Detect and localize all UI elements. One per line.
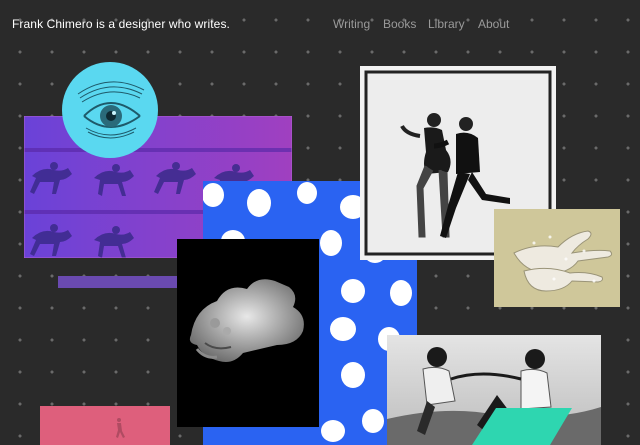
pink-runner-image xyxy=(40,406,170,445)
pink-runner-panel[interactable] xyxy=(40,406,170,445)
eye-engraving[interactable] xyxy=(62,62,158,158)
hands-image xyxy=(494,209,620,307)
nav-books[interactable]: Books xyxy=(383,17,416,31)
nav-library[interactable]: Library xyxy=(428,17,465,31)
nav-writing[interactable]: Writing xyxy=(333,17,370,31)
nav-about[interactable]: About xyxy=(478,17,509,31)
bust-image xyxy=(189,279,304,362)
site-title-link[interactable]: Frank Chimero is a designer who writes. xyxy=(12,17,230,31)
site-header: Frank Chimero is a designer who writes. … xyxy=(0,0,640,50)
hands-photo[interactable] xyxy=(494,209,620,307)
teal-shape xyxy=(472,408,572,445)
bust-sculpture-photo[interactable] xyxy=(177,239,319,427)
eye-image xyxy=(77,81,145,139)
